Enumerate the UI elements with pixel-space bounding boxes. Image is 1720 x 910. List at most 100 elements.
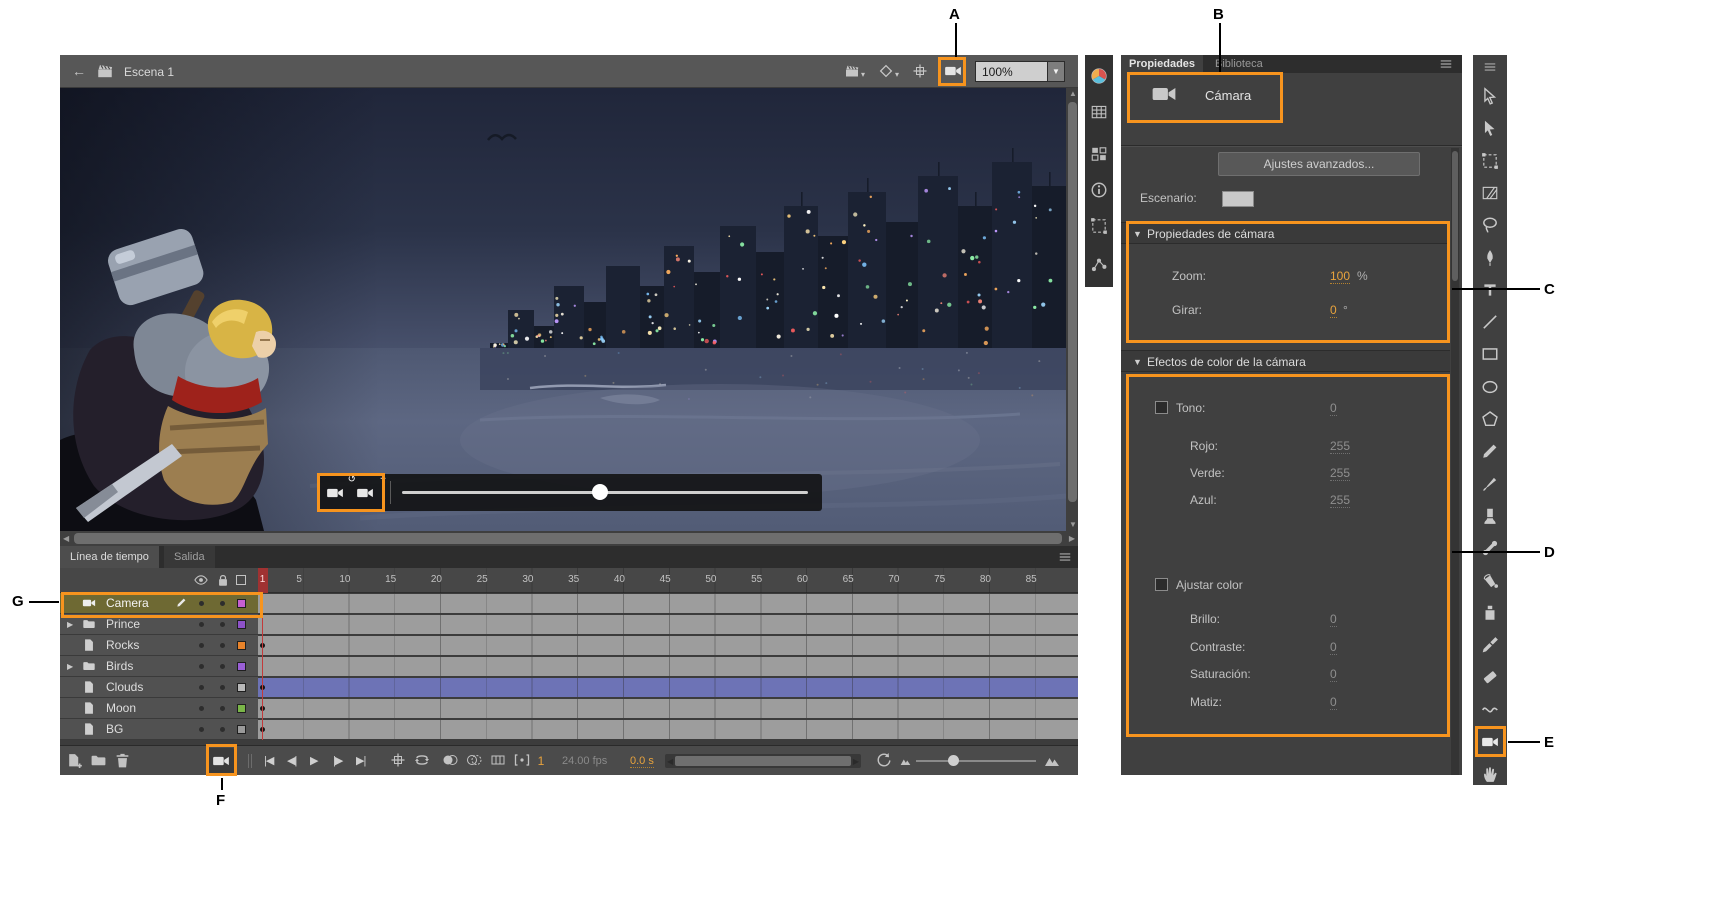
hand-tool[interactable] [1477,761,1503,787]
frame-number-30[interactable]: 30 [522,574,533,585]
eraser-tool[interactable] [1477,664,1503,690]
color-panel-icon[interactable] [1090,67,1108,85]
scroll-right-icon[interactable]: ▶ [1069,535,1075,543]
green-value[interactable]: 255 [1330,466,1350,481]
layer-name-cell-camera[interactable]: Camera [60,593,258,614]
tint-value[interactable]: 0 [1330,401,1337,416]
saturation-value[interactable]: 0 [1330,667,1337,682]
onion-skin-outlines-button[interactable] [466,752,482,768]
onion-skin-button[interactable] [442,752,458,768]
delete-layer-button[interactable] [114,752,131,769]
elapsed-time-indicator[interactable]: 0.0 s [630,755,654,768]
swatches-panel-icon[interactable] [1090,103,1108,121]
layer-name-cell-rocks[interactable]: Rocks [60,635,258,656]
scroll-left-icon[interactable]: ◀ [63,535,69,543]
camera-slider-knob[interactable] [592,484,608,500]
lock-all-layers-icon[interactable] [216,573,230,587]
oval-tool[interactable] [1477,374,1503,400]
frame-span[interactable] [258,678,1078,697]
camera-toggle-button[interactable] [944,62,962,80]
frame-number-5[interactable]: 5 [296,574,302,585]
frame-number-10[interactable]: 10 [339,574,350,585]
tools-panel-menu-icon[interactable] [1483,60,1497,74]
layer-name-cell-birds[interactable]: ▶Birds [60,656,258,677]
outline-color-swatch[interactable] [237,599,246,608]
frame-number-40[interactable]: 40 [614,574,625,585]
width-tool[interactable] [1477,697,1503,723]
paint-brush-tool[interactable] [1477,503,1503,529]
back-arrow-icon[interactable]: ← [72,63,86,79]
align-panel-icon[interactable] [1090,145,1108,163]
layer-name-cell-bg[interactable]: BG [60,719,258,740]
outline-color-swatch[interactable] [237,662,246,671]
layer-name-cell-moon[interactable]: Moon [60,698,258,719]
lock-dot[interactable] [220,643,225,648]
brightness-value[interactable]: 0 [1330,612,1337,627]
stage-horizontal-scrollbar[interactable]: ◀ ▶ [60,531,1078,546]
timeline-zoom-slider[interactable] [916,760,1036,762]
collapse-triangle-icon[interactable]: ▼ [1133,357,1142,367]
zoom-value[interactable]: 100 [1330,269,1350,284]
frame-number-15[interactable]: 15 [385,574,396,585]
show-hide-all-layers-icon[interactable] [194,573,208,587]
lock-dot[interactable] [220,685,225,690]
add-camera-button[interactable] [208,748,234,774]
timeline-zoom-out-icon[interactable] [900,756,911,767]
camera-properties-section-header[interactable]: ▼ Propiedades de cámara [1121,222,1450,244]
blue-value[interactable]: 255 [1330,493,1350,508]
outline-all-layers-icon[interactable] [236,575,246,585]
frame-number-70[interactable]: 70 [888,574,899,585]
pen-tool[interactable] [1477,245,1503,271]
camera-zoom-button[interactable]: + [356,480,382,505]
polystar-tool[interactable] [1477,406,1503,432]
stage-canvas[interactable] [60,88,1066,531]
transform-panel-icon[interactable] [1090,217,1108,235]
stage-color-swatch[interactable] [1222,191,1254,207]
new-folder-button[interactable] [90,752,107,769]
playhead[interactable] [262,593,263,740]
frame-rate-indicator[interactable]: 24.00 fps [562,755,607,767]
center-frame-button[interactable] [390,752,406,768]
visibility-dot[interactable] [199,664,204,669]
expand-arrow-icon[interactable]: ▶ [67,662,73,671]
lock-dot[interactable] [220,706,225,711]
hue-value[interactable]: 0 [1330,695,1337,710]
outline-color-swatch[interactable] [237,704,246,713]
timeline-scroll-thumb[interactable] [675,756,851,766]
selection-tool[interactable] [1477,83,1503,109]
contrast-value[interactable]: 0 [1330,640,1337,655]
info-panel-icon[interactable] [1090,181,1108,199]
outline-color-swatch[interactable] [237,725,246,734]
timeline-zoom-knob[interactable] [948,755,959,766]
lock-dot[interactable] [220,664,225,669]
stage-zoom-select[interactable]: 100% ▼ [975,61,1065,82]
visibility-dot[interactable] [199,706,204,711]
lock-dot[interactable] [220,622,225,627]
collapse-triangle-icon[interactable]: ▼ [1133,229,1142,239]
timeline-scroll-left-icon[interactable]: ◀ [667,757,673,766]
properties-panel-menu-icon[interactable] [1439,57,1453,71]
red-value[interactable]: 255 [1330,439,1350,454]
adjust-color-checkbox[interactable] [1155,578,1168,591]
bone-tool[interactable] [1477,535,1503,561]
frame-number-45[interactable]: 45 [660,574,671,585]
loop-playback-button[interactable] [414,752,430,768]
current-frame-indicator[interactable]: 1 [528,754,554,768]
panel-grip[interactable] [248,754,252,768]
modify-markers-button[interactable] [514,752,530,768]
layer-name-cell-prince[interactable]: ▶Prince [60,614,258,635]
color-effects-section-header[interactable]: ▼ Efectos de color de la cámara [1121,350,1450,372]
frame-number-50[interactable]: 50 [705,574,716,585]
vertical-scroll-thumb[interactable] [1068,102,1077,502]
ink-bottle-tool[interactable] [1477,600,1503,626]
eyedropper-tool[interactable] [1477,632,1503,658]
visibility-dot[interactable] [199,622,204,627]
tab-properties[interactable]: Propiedades [1121,55,1203,73]
new-layer-button[interactable] [66,752,83,769]
go-to-first-frame-button[interactable]: |◀ [264,754,273,767]
frame-number-1[interactable]: 1 [260,574,266,585]
frame-span[interactable] [258,699,1078,718]
zoom-dropdown-arrow-icon[interactable]: ▼ [1047,62,1064,81]
frame-span[interactable] [258,615,1078,634]
center-stage-button[interactable] [912,63,928,79]
